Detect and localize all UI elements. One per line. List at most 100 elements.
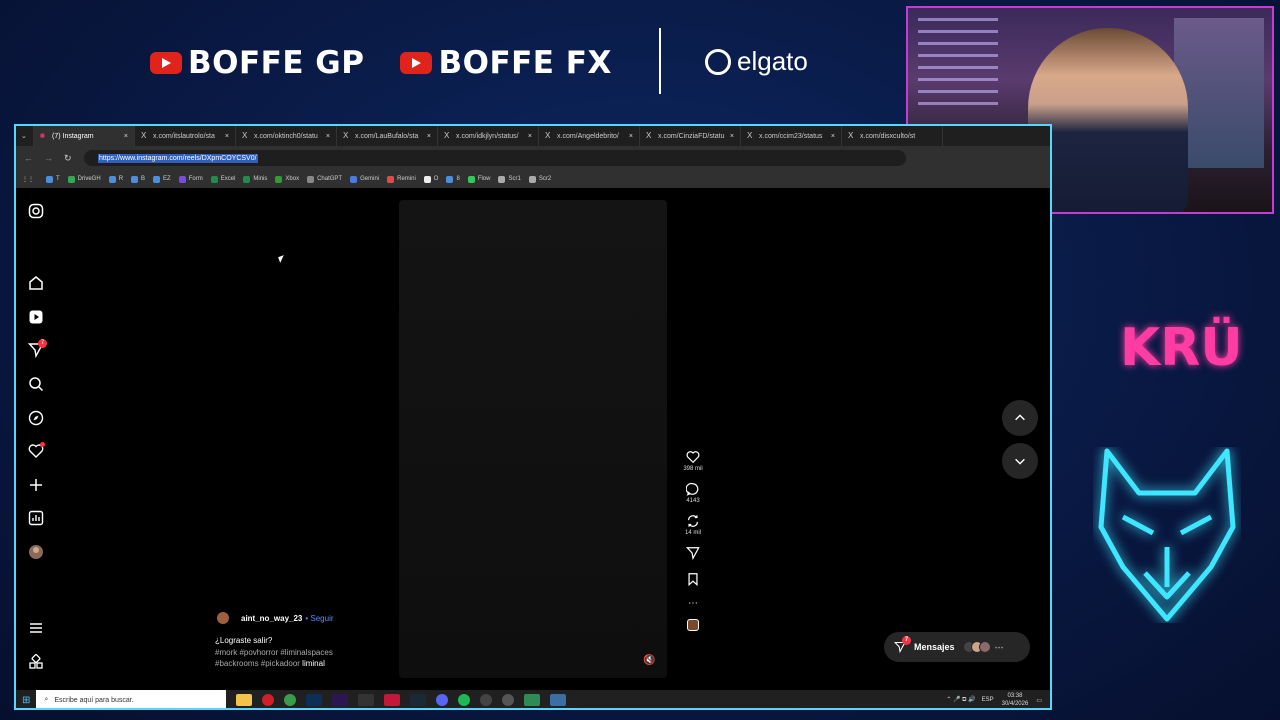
forward-icon[interactable]: → xyxy=(44,153,56,163)
close-icon[interactable]: × xyxy=(423,133,431,140)
tab-list-button[interactable]: ⌄ xyxy=(16,126,34,146)
close-icon[interactable]: × xyxy=(322,133,330,140)
bookmark[interactable]: ChatGPT xyxy=(307,175,342,183)
home-icon[interactable] xyxy=(28,275,44,291)
tab-x[interactable]: Xx.com/CinziaFD/statu × xyxy=(640,126,741,146)
kru-logo: KRÜ xyxy=(1120,318,1243,378)
photoshop-icon[interactable] xyxy=(306,694,323,706)
epic-games-icon[interactable] xyxy=(358,694,375,706)
bookmark[interactable]: Scr2 xyxy=(528,175,551,183)
tab-label: x.com/oktinch0/statu xyxy=(254,132,318,140)
app-icon[interactable] xyxy=(502,694,515,706)
close-icon[interactable]: × xyxy=(726,133,734,140)
search-icon[interactable] xyxy=(28,376,44,392)
bookmark[interactable]: O xyxy=(423,175,438,183)
x-icon: X xyxy=(646,131,652,140)
reload-icon[interactable]: ↻ xyxy=(64,153,76,164)
bookmark[interactable]: Scr1 xyxy=(498,175,521,183)
bookmark[interactable]: Gemini xyxy=(350,175,379,183)
create-icon[interactable] xyxy=(28,477,44,493)
close-icon[interactable]: × xyxy=(221,133,229,140)
bookmark[interactable]: 8 xyxy=(446,175,460,183)
opera-icon[interactable] xyxy=(262,694,275,706)
menu-icon[interactable] xyxy=(28,620,44,636)
messages-icon[interactable]: 7 xyxy=(27,339,47,359)
reel-video[interactable] xyxy=(399,200,667,678)
mute-icon[interactable]: 🔇 xyxy=(643,655,655,666)
notifications-heart-icon[interactable] xyxy=(28,442,45,459)
previous-reel-button[interactable] xyxy=(1002,400,1038,436)
bookmark-label: Scr1 xyxy=(508,176,521,182)
bookmark[interactable]: R xyxy=(108,175,123,183)
url-input[interactable]: https://www.instagram.com/reels/DXpmCOYC… xyxy=(84,150,906,166)
bookmark[interactable]: Excel xyxy=(210,175,235,183)
tab-x[interactable]: Xx.com/itslautrolo/sta × xyxy=(135,126,236,146)
tab-instagram[interactable]: ■ (7) Instagram × xyxy=(34,126,135,146)
author-avatar[interactable] xyxy=(217,612,229,624)
bookmark[interactable]: DriveGH xyxy=(67,175,101,183)
tab-x[interactable]: Xx.com/ccim23/status × xyxy=(741,126,842,146)
language-indicator[interactable]: ESP xyxy=(982,697,994,703)
profile-avatar[interactable] xyxy=(28,544,44,560)
x-icon: X xyxy=(747,131,753,140)
repost-count: 14 mil xyxy=(684,530,701,536)
repost-button[interactable]: 14 mil xyxy=(678,514,708,536)
tab-x[interactable]: Xx.com/Angeldebrito/ × xyxy=(539,126,640,146)
bookmark[interactable]: EZ xyxy=(153,175,171,183)
app-icon[interactable] xyxy=(550,694,567,706)
red-app-icon[interactable] xyxy=(384,694,401,706)
like-button[interactable]: 398 mil xyxy=(678,450,708,472)
close-icon[interactable]: × xyxy=(120,133,128,140)
save-button[interactable] xyxy=(678,572,708,588)
dashboard-icon[interactable] xyxy=(28,510,44,526)
bookmark-label: Remini xyxy=(397,176,416,182)
taskbar-search-input[interactable]: ⌕ Escribe aquí para buscar. xyxy=(36,690,227,708)
hashtags-line[interactable]: #mork #povhorror #liminalspaces xyxy=(215,647,334,658)
more-apps-icon[interactable] xyxy=(28,654,44,670)
steam-icon[interactable] xyxy=(410,694,427,706)
close-icon[interactable]: × xyxy=(827,133,835,140)
bookmark[interactable]: Minis xyxy=(243,175,267,183)
reel-author: aint_no_way_23 • Seguir xyxy=(217,612,334,624)
clock[interactable]: 03:38 30/4/2026 xyxy=(1002,692,1029,708)
audio-avatar[interactable] xyxy=(687,619,699,631)
bookmark[interactable]: B xyxy=(131,175,145,183)
file-explorer-icon[interactable] xyxy=(236,694,253,706)
channel-boffe-gp: BOFFE GP xyxy=(150,45,364,81)
tab-x[interactable]: Xx.com/idkjlyn/status/ × xyxy=(438,126,539,146)
bookmark[interactable]: Remini xyxy=(387,175,416,183)
tab-x[interactable]: Xx.com/disxculto/st xyxy=(842,126,943,146)
messages-button[interactable]: 7 Mensajes ⋯ xyxy=(884,632,1030,662)
back-icon[interactable]: ← xyxy=(24,153,36,163)
instagram-icon[interactable] xyxy=(28,203,44,219)
close-icon[interactable]: × xyxy=(625,133,633,140)
windows-start-icon[interactable]: ⊞ xyxy=(22,695,30,706)
premiere-icon[interactable] xyxy=(332,694,349,706)
bookmark-label: Form xyxy=(188,176,203,182)
hashtags-line[interactable]: #backrooms #pickadoor xyxy=(215,659,300,668)
discord-icon[interactable] xyxy=(436,694,449,706)
tab-x[interactable]: Xx.com/LauBufalo/sta × xyxy=(337,126,438,146)
tab-x[interactable]: Xx.com/oktinch0/statu × xyxy=(236,126,337,146)
close-icon[interactable]: × xyxy=(524,133,532,140)
bookmark[interactable]: Xbox xyxy=(275,175,299,183)
follow-button[interactable]: • Seguir xyxy=(305,614,333,623)
chrome-icon[interactable] xyxy=(284,694,297,706)
app-icon[interactable] xyxy=(524,694,541,706)
apps-icon[interactable]: ⋮⋮ xyxy=(22,176,34,183)
banner-divider xyxy=(659,28,661,94)
share-button[interactable] xyxy=(678,546,708,562)
obs-icon[interactable] xyxy=(480,694,493,706)
bookmark[interactable]: T xyxy=(46,175,60,183)
reels-icon[interactable] xyxy=(28,309,44,325)
spotify-icon[interactable] xyxy=(458,694,471,706)
comment-button[interactable]: 4143 xyxy=(678,482,708,504)
author-username[interactable]: aint_no_way_23 xyxy=(241,614,302,623)
bookmark[interactable]: Form xyxy=(178,175,203,183)
bookmark[interactable]: Flow xyxy=(467,175,490,183)
next-reel-button[interactable] xyxy=(1002,443,1038,479)
more-options-icon[interactable]: ⋯ xyxy=(678,598,708,609)
notifications-icon[interactable]: ▭ xyxy=(1036,697,1042,704)
explore-icon[interactable] xyxy=(28,410,44,426)
tray-icons[interactable]: ⌃ 🎤 ⧉ 🔊 xyxy=(946,696,975,704)
